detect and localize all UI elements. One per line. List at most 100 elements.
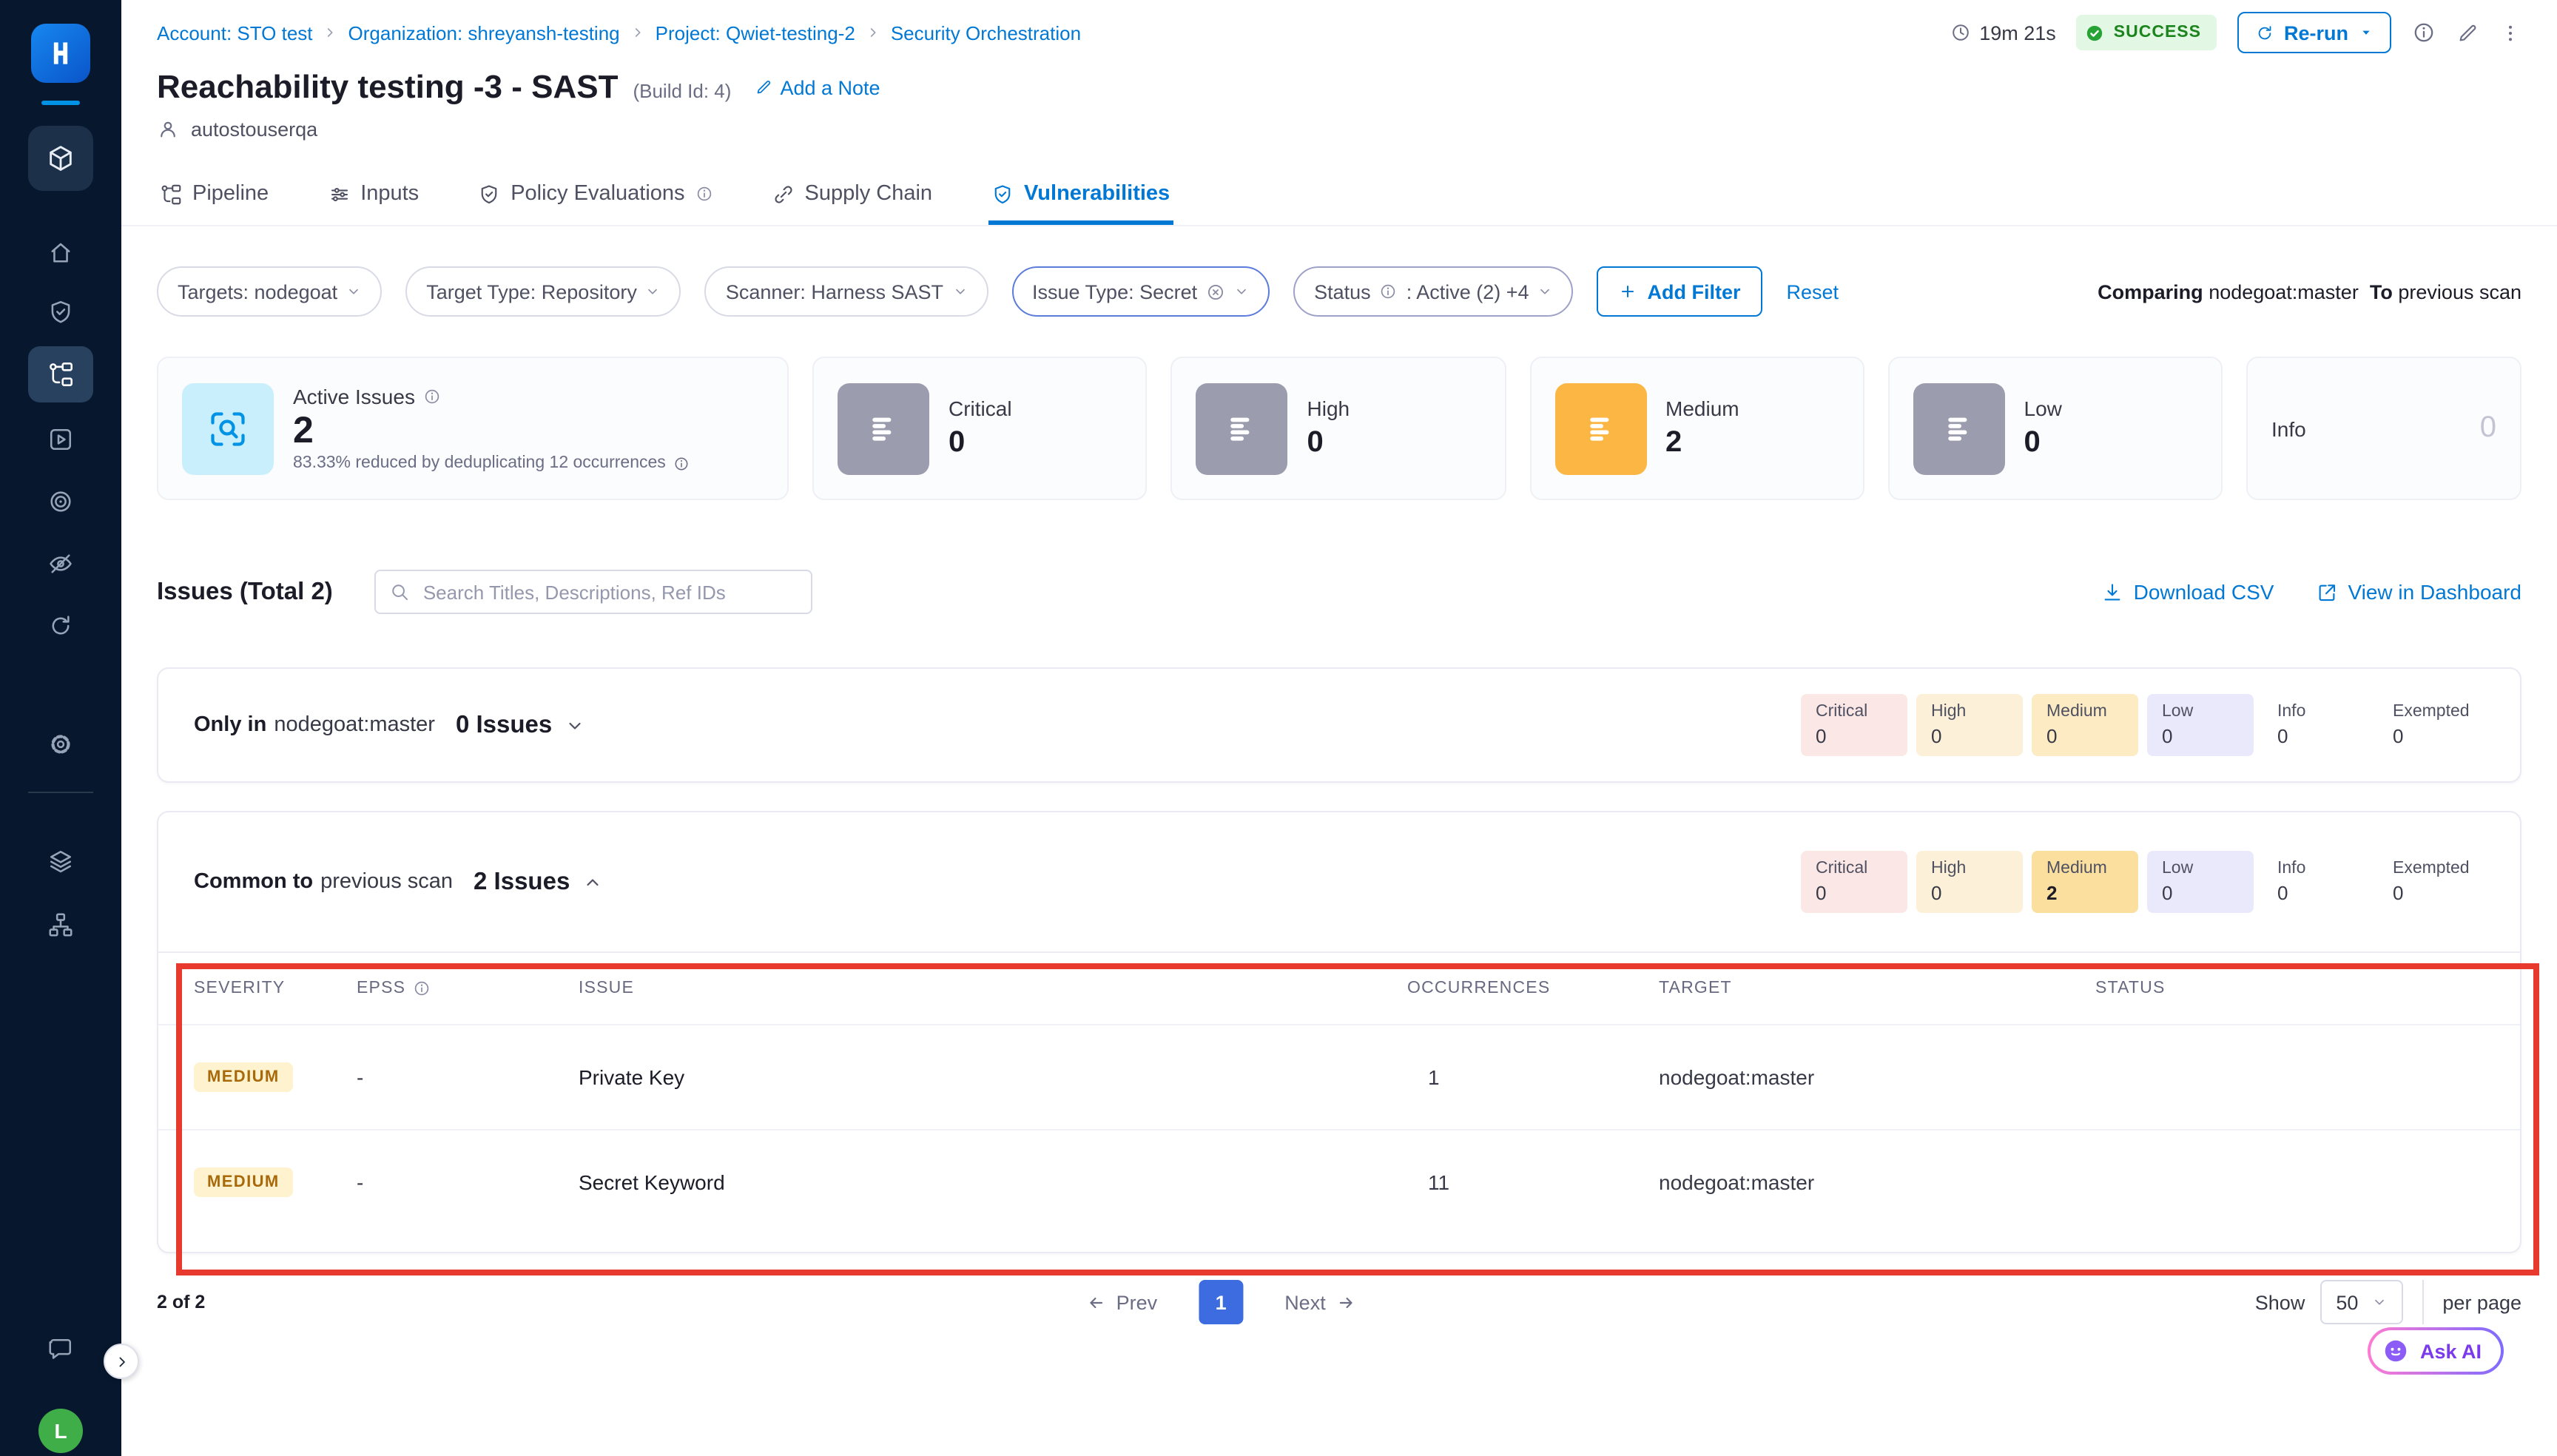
filters-row: Targets: nodegoat Target Type: Repositor… bbox=[157, 266, 2521, 317]
reset-filters-link[interactable]: Reset bbox=[1787, 280, 1839, 303]
info-icon[interactable] bbox=[424, 387, 442, 405]
status-badge: SUCCESS bbox=[2077, 15, 2216, 50]
harness-logo[interactable] bbox=[31, 24, 90, 83]
chevron-down-icon bbox=[2371, 1295, 2386, 1310]
hierarchy-icon[interactable] bbox=[28, 898, 93, 951]
group-header-only-in[interactable]: Only in nodegoat:master 0 Issues Critica… bbox=[158, 669, 2520, 781]
dedup-subtext: 83.33% reduced by deduplicating 12 occur… bbox=[293, 455, 690, 473]
sidebar: L bbox=[0, 0, 121, 1456]
tab-pipeline[interactable]: Pipeline bbox=[157, 167, 272, 225]
divider bbox=[2422, 1280, 2423, 1324]
top-bar: Account: STO test Organization: shreyans… bbox=[121, 0, 2557, 65]
sidebar-expand-handle[interactable] bbox=[104, 1344, 139, 1379]
arrow-right-icon bbox=[1336, 1292, 1355, 1312]
clock-icon bbox=[1950, 22, 1970, 43]
filter-issue-type[interactable]: Issue Type: Secret bbox=[1011, 266, 1270, 317]
execution-info-icon[interactable] bbox=[2412, 21, 2436, 44]
check-circle-icon bbox=[2086, 23, 2105, 42]
summary-cards: Active Issues 2 83.33% reduced by dedupl… bbox=[157, 357, 2521, 500]
high-card: High 0 bbox=[1171, 357, 1506, 500]
policy-shield-icon bbox=[478, 183, 500, 205]
add-note-link[interactable]: Add a Note bbox=[755, 76, 880, 98]
tab-inputs[interactable]: Inputs bbox=[325, 167, 422, 225]
remove-filter-icon[interactable] bbox=[1206, 282, 1225, 301]
chevron-right-icon bbox=[323, 25, 338, 40]
user-avatar[interactable]: L bbox=[38, 1409, 83, 1453]
chip-high: High0 bbox=[1916, 694, 2023, 756]
download-csv-link[interactable]: Download CSV bbox=[2101, 580, 2274, 604]
issues-title: Issues (Total 2) bbox=[157, 578, 333, 606]
issues-search-input[interactable] bbox=[374, 570, 812, 614]
external-link-icon bbox=[2315, 581, 2337, 603]
show-label: Show bbox=[2255, 1291, 2305, 1313]
edit-pipeline-icon[interactable] bbox=[2456, 21, 2479, 44]
chip-low: Low0 bbox=[2147, 694, 2254, 756]
high-count: 0 bbox=[1307, 426, 1350, 460]
scans-shield-icon[interactable] bbox=[28, 286, 93, 339]
issue-row-private-key[interactable]: MEDIUM - Private Key 1 nodegoat:master bbox=[158, 1024, 2520, 1129]
breadcrumb-module[interactable]: Security Orchestration bbox=[891, 21, 1081, 44]
next-page-button[interactable]: Next bbox=[1276, 1290, 1364, 1315]
comparing-label: Comparing nodegoat:master To previous sc… bbox=[2098, 280, 2521, 303]
breadcrumb-project[interactable]: Project: Qwiet-testing-2 bbox=[656, 21, 855, 44]
tab-supply-chain[interactable]: Supply Chain bbox=[769, 167, 936, 225]
severity-bars-icon bbox=[1196, 382, 1288, 474]
targets-icon[interactable] bbox=[28, 475, 93, 528]
issue-row-secret-keyword[interactable]: MEDIUM - Secret Keyword 11 nodegoat:mast… bbox=[158, 1129, 2520, 1234]
more-options-icon[interactable] bbox=[2499, 21, 2521, 44]
info-icon[interactable] bbox=[1380, 283, 1398, 300]
breadcrumb-account[interactable]: Account: STO test bbox=[157, 21, 313, 44]
run-duration: 19m 21s bbox=[1950, 21, 2056, 44]
build-id: (Build Id: 4) bbox=[633, 80, 731, 102]
chip-info: Info0 bbox=[2263, 694, 2369, 756]
ask-ai-button[interactable]: Ask AI bbox=[2368, 1327, 2504, 1375]
severity-chips: Critical0 High0 Medium0 Low0 Info0 Exemp… bbox=[1801, 694, 2484, 756]
group-header-common[interactable]: Common to previous scan 2 Issues Critica… bbox=[158, 812, 2520, 951]
sidebar-divider bbox=[28, 792, 93, 793]
filter-status[interactable]: Status : Active (2) +4 bbox=[1293, 266, 1573, 317]
info-count: 0 bbox=[2480, 411, 2496, 445]
issues-table-header: SEVERITY EPSS ISSUE OCCURRENCES TARGET S… bbox=[158, 953, 2520, 1024]
executions-icon[interactable] bbox=[28, 413, 93, 466]
tab-vulnerabilities[interactable]: Vulnerabilities bbox=[988, 167, 1173, 225]
chevron-right-icon bbox=[866, 25, 880, 40]
tab-policy-evaluations[interactable]: Policy Evaluations bbox=[475, 167, 715, 225]
info-icon[interactable] bbox=[413, 980, 431, 997]
page-1-button[interactable]: 1 bbox=[1199, 1280, 1243, 1324]
filter-target-type[interactable]: Target Type: Repository bbox=[405, 266, 681, 317]
chevron-down-icon bbox=[952, 284, 967, 299]
pencil-icon bbox=[755, 78, 772, 96]
inputs-icon bbox=[328, 183, 350, 205]
chip-info: Info0 bbox=[2263, 851, 2369, 913]
pipelines-icon[interactable] bbox=[28, 346, 93, 402]
chevron-down-icon bbox=[646, 284, 661, 299]
chevron-down-icon[interactable] bbox=[565, 715, 584, 735]
chip-medium: Medium0 bbox=[2032, 694, 2138, 756]
module-switcher-icon[interactable] bbox=[28, 126, 93, 191]
page-title: Reachability testing -3 - SAST bbox=[157, 68, 618, 107]
prev-page-button[interactable]: Prev bbox=[1078, 1290, 1167, 1315]
breadcrumb-organization[interactable]: Organization: shreyansh-testing bbox=[348, 21, 620, 44]
info-card: Info 0 bbox=[2246, 357, 2521, 500]
info-icon[interactable] bbox=[673, 456, 690, 472]
home-icon[interactable] bbox=[28, 226, 93, 280]
ai-avatar-icon bbox=[2383, 1338, 2410, 1364]
rerun-button[interactable]: Re-run bbox=[2237, 12, 2391, 53]
severity-badge: MEDIUM bbox=[194, 1167, 293, 1197]
low-count: 0 bbox=[2024, 426, 2062, 460]
filter-scanner[interactable]: Scanner: Harness SAST bbox=[705, 266, 988, 317]
add-filter-button[interactable]: Add Filter bbox=[1597, 266, 1763, 317]
view-in-dashboard-link[interactable]: View in Dashboard bbox=[2315, 580, 2521, 604]
exemptions-eye-off-icon[interactable] bbox=[28, 537, 93, 590]
chevron-up-icon[interactable] bbox=[583, 872, 602, 892]
chip-exempted: Exempted0 bbox=[2378, 851, 2484, 913]
baselines-refresh-icon[interactable] bbox=[28, 599, 93, 653]
severity-bars-icon bbox=[838, 382, 929, 474]
arrow-left-icon bbox=[1087, 1292, 1106, 1312]
page-size-select[interactable]: 50 bbox=[2320, 1280, 2402, 1324]
chat-help-icon[interactable] bbox=[28, 1323, 93, 1376]
settings-gear-icon[interactable] bbox=[28, 718, 93, 771]
filter-targets[interactable]: Targets: nodegoat bbox=[157, 266, 382, 317]
layers-icon[interactable] bbox=[28, 835, 93, 888]
critical-count: 0 bbox=[949, 426, 1012, 460]
